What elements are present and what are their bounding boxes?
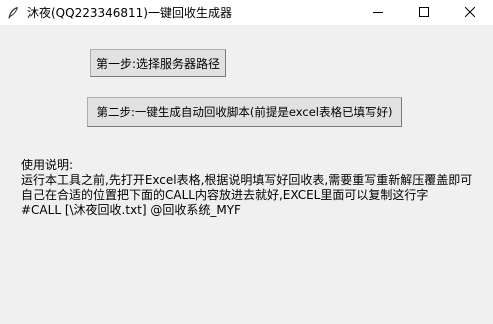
- close-button[interactable]: [447, 0, 493, 25]
- title-bar: 沐夜(QQ223346811)一键回收生成器: [0, 0, 493, 25]
- close-icon: [465, 7, 475, 17]
- instructions-heading: 使用说明:: [21, 158, 74, 172]
- instruction-line: 运行本工具之前,先打开Excel表格,根据说明填写好回收表,需要重写重新解压覆盖…: [21, 173, 473, 187]
- instruction-line: #CALL [\沐夜回收.txt] @回收系统_MYF: [21, 203, 241, 217]
- maximize-button[interactable]: [401, 0, 447, 25]
- usage-instructions: 使用说明: 运行本工具之前,先打开Excel表格,根据说明填写好回收表,需要重写…: [21, 158, 491, 218]
- window-title: 沐夜(QQ223346811)一键回收生成器: [27, 6, 232, 20]
- app-window: 沐夜(QQ223346811)一键回收生成器 第一步:选择服务器路径 第二步:一…: [0, 0, 493, 324]
- instruction-line: 自己在合适的位置把下面的CALL内容放进去就好,EXCEL里面可以复制这行字: [21, 188, 429, 202]
- minimize-button[interactable]: [355, 0, 401, 25]
- generate-script-button[interactable]: 第二步:一键生成自动回收脚本(前提是excel表格已填写好): [87, 97, 402, 127]
- select-server-path-button[interactable]: 第一步:选择服务器路径: [90, 49, 226, 77]
- feather-icon: [6, 5, 20, 19]
